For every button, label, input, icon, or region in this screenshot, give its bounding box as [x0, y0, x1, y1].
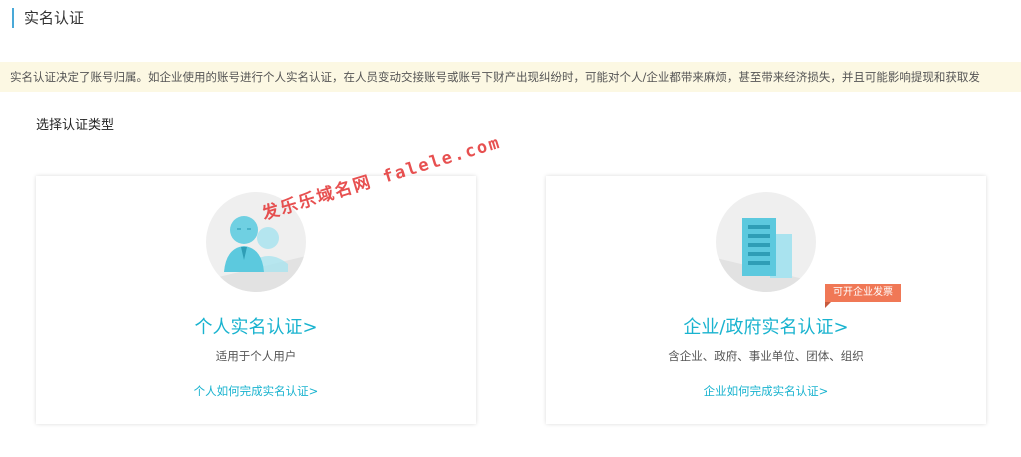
- section-title: 选择认证类型: [36, 118, 115, 133]
- enterprise-auth-description: 含企业、政府、事业单位、团体、组织: [668, 349, 864, 363]
- invoice-badge: 可开企业发票: [825, 284, 901, 308]
- notice-banner: 实名认证决定了账号归属。如企业使用的账号进行个人实名认证，在人员变动交接账号或账…: [0, 62, 1021, 92]
- page-title: 实名认证: [12, 8, 84, 28]
- personal-auth-help-link[interactable]: 个人如何完成实名认证>: [36, 383, 476, 399]
- personal-auth-card[interactable]: 个人实名认证> 适用于个人用户 个人如何完成实名认证>: [36, 176, 476, 424]
- enterprise-auth-help-link[interactable]: 企业如何完成实名认证>: [546, 383, 986, 399]
- personal-auth-title[interactable]: 个人实名认证>: [36, 315, 476, 341]
- personal-auth-description: 适用于个人用户: [215, 349, 297, 363]
- enterprise-auth-title[interactable]: 企业/政府实名认证>: [546, 315, 986, 341]
- building-icon: [716, 192, 816, 292]
- enterprise-auth-card[interactable]: 可开企业发票 企业/政府实名认证> 含企业、政府、事业单位、团体、组织 企业如何…: [546, 176, 986, 424]
